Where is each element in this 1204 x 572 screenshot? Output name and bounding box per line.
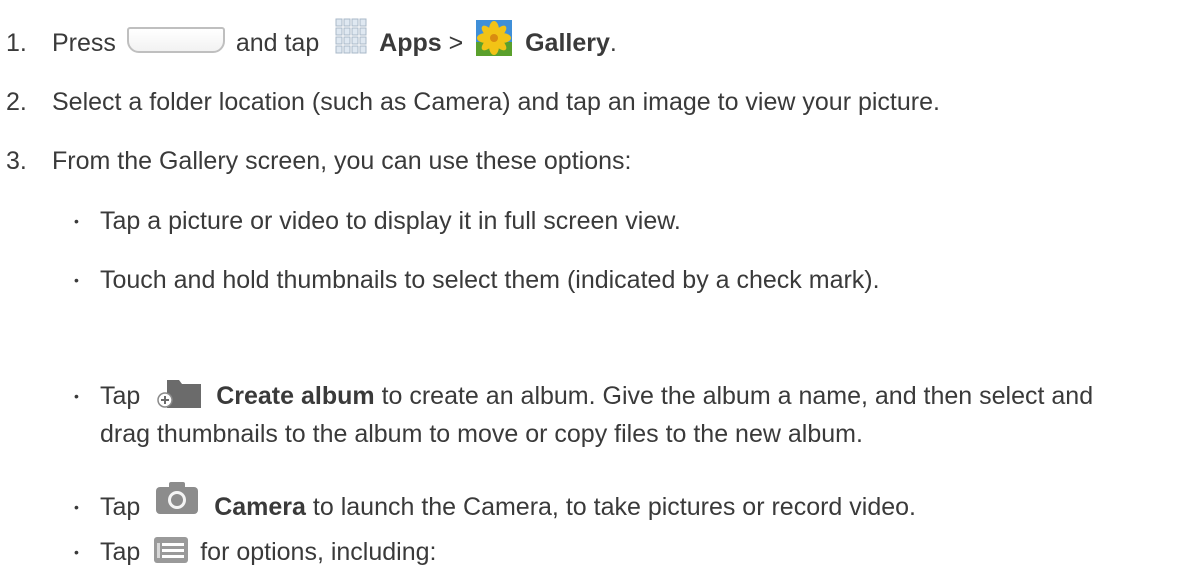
tap-word: Tap — [100, 538, 141, 566]
list-item-text: Tap Create album to create an album. Giv… — [100, 376, 1093, 416]
apps-icon — [335, 18, 367, 54]
list-item-text: Tap a picture or video to display it in … — [100, 207, 681, 235]
step-number: 2. — [6, 88, 27, 116]
page: { "steps": [ {"num": "1.", "pre": "Press… — [0, 0, 1204, 567]
create-album-icon — [157, 380, 202, 409]
camera-label: Camera — [214, 493, 306, 521]
list-item-text: Touch and hold thumbnails to select them… — [100, 266, 880, 294]
menu-description: for options, including: — [200, 538, 437, 566]
gallery-icon — [476, 20, 513, 57]
create-album-label: Create album — [216, 382, 375, 410]
separator: > — [448, 29, 464, 57]
period: . — [609, 29, 617, 57]
apps-label: Apps — [379, 29, 442, 57]
list-item-text: Tap Camera to launch the Camera, to take… — [100, 482, 916, 527]
list-item-text: Tap for options, including: — [100, 532, 436, 572]
tap-word: Tap — [100, 493, 141, 521]
step-number: 3. — [6, 147, 27, 175]
bullet: • — [74, 544, 79, 560]
camera-icon — [156, 482, 199, 515]
step-text-press: Press — [52, 29, 116, 57]
bullet: • — [74, 213, 79, 229]
bullet: • — [74, 499, 79, 515]
step-number: 1. — [6, 29, 27, 57]
step-text-and-tap: and tap — [235, 29, 320, 57]
bullet: • — [74, 272, 79, 288]
step-text: Press and tap Apps > Gallery. — [52, 18, 617, 64]
menu-icon — [154, 537, 189, 564]
bullet: • — [74, 388, 79, 404]
step-text: From the Gallery screen, you can use the… — [52, 147, 632, 175]
create-album-description: to create an album. Give the album a nam… — [381, 382, 1094, 410]
home-button-icon — [126, 27, 225, 54]
camera-description: to launch the Camera, to take pictures o… — [312, 493, 916, 521]
tap-word: Tap — [100, 382, 141, 410]
gallery-label: Gallery — [525, 29, 610, 57]
step-text: Select a folder location (such as Camera… — [52, 88, 940, 116]
list-item-continuation: drag thumbnails to the album to move or … — [100, 420, 863, 448]
